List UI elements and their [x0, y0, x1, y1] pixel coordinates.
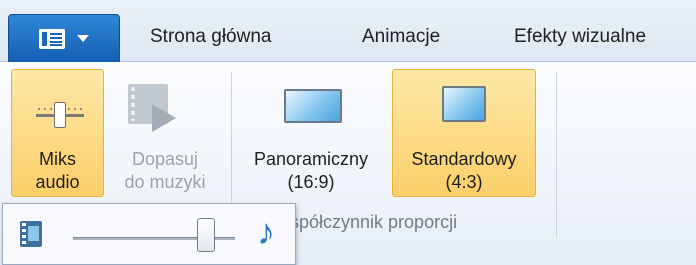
audio-mix-popup: ♪ — [2, 203, 296, 265]
chevron-down-icon — [77, 35, 89, 42]
widescreen-icon — [284, 89, 342, 123]
application-menu-button[interactable] — [8, 14, 120, 62]
standard-label: Standardowy (4:3) — [411, 149, 517, 192]
slider-icon — [36, 100, 84, 130]
music-note-icon: ♪ — [257, 211, 275, 252]
audio-mix-slider-thumb[interactable] — [197, 218, 215, 252]
audio-mix-label: Miks audio — [35, 149, 80, 192]
tab-visual-effects[interactable]: Efekty wizualne — [514, 26, 646, 48]
standard-screen-icon — [442, 86, 486, 122]
film-icon — [20, 221, 42, 247]
application-menu-icon — [39, 28, 65, 49]
tab-home[interactable]: Strona główna — [150, 26, 271, 48]
tab-animations[interactable]: Animacje — [362, 26, 440, 48]
fit-to-music-icon — [128, 84, 182, 134]
aspect-ratio-group-label: spółczynnik proporcji — [290, 212, 458, 232]
widescreen-label: Panoramiczny (16:9) — [253, 149, 369, 192]
fit-to-music-label: Dopasuj do muzyki — [124, 149, 206, 192]
ribbon-tab-bar: Strona główna Animacje Efekty wizualne — [0, 0, 696, 62]
group-separator — [556, 72, 557, 238]
